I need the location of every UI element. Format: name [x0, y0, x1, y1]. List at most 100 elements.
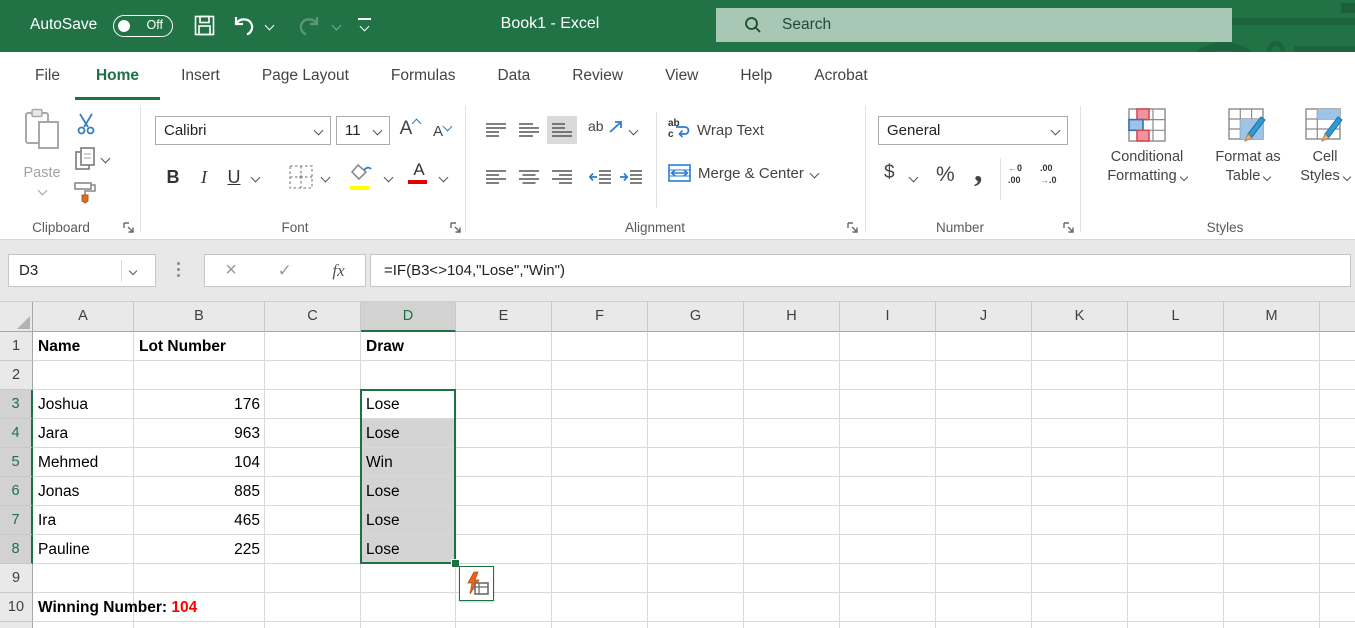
search-input[interactable] — [780, 15, 1164, 35]
underline-button[interactable]: U — [222, 162, 246, 192]
save-icon[interactable] — [194, 15, 215, 36]
wrap-text-button[interactable]: ab c Wrap Text — [668, 118, 764, 142]
bottom-align-button[interactable] — [547, 116, 577, 144]
select-all-corner[interactable] — [0, 302, 33, 332]
cell-D6[interactable]: Lose — [361, 477, 456, 506]
align-right-button[interactable] — [547, 163, 577, 191]
column-header-F[interactable]: F — [552, 302, 648, 332]
cell-D4[interactable]: Lose — [361, 419, 456, 448]
align-left-button[interactable] — [481, 163, 511, 191]
search-box[interactable] — [716, 8, 1232, 42]
cell-B6[interactable]: 885 — [134, 477, 265, 506]
column-header-L[interactable]: L — [1128, 302, 1224, 332]
tab-insert[interactable]: Insert — [160, 52, 241, 100]
enter-button[interactable]: ✓ — [278, 261, 292, 281]
sheet-grid[interactable]: NameLot NumberDrawJoshua176LoseJara963Lo… — [0, 302, 1355, 628]
column-header-A[interactable]: A — [33, 302, 134, 332]
tab-review[interactable]: Review — [551, 52, 644, 100]
top-align-button[interactable] — [481, 116, 511, 144]
cell-D8[interactable]: Lose — [361, 535, 456, 564]
cut-icon[interactable] — [74, 112, 98, 136]
row-header-1[interactable]: 1 — [0, 332, 33, 361]
merge-center-button[interactable]: Merge & Center — [668, 164, 818, 182]
tab-page-layout[interactable]: Page Layout — [241, 52, 370, 100]
cell-D7[interactable]: Lose — [361, 506, 456, 535]
clipboard-dialog-launcher-icon[interactable] — [122, 221, 136, 235]
orientation-button[interactable]: ab — [588, 118, 624, 136]
formula-bar-grip[interactable] — [177, 262, 180, 277]
tab-data[interactable]: Data — [476, 52, 551, 100]
name-box-chevron-icon[interactable] — [129, 266, 137, 274]
cell-B7[interactable]: 465 — [134, 506, 265, 535]
column-header-I[interactable]: I — [840, 302, 936, 332]
quick-analysis-button[interactable] — [459, 566, 494, 601]
row-header-5[interactable]: 5 — [0, 448, 33, 477]
insert-function-button[interactable]: fx — [332, 261, 344, 281]
cancel-button[interactable]: × — [225, 259, 237, 282]
column-header-B[interactable]: B — [134, 302, 265, 332]
font-dialog-launcher-icon[interactable] — [449, 221, 463, 235]
qat-customize-icon[interactable] — [358, 18, 371, 20]
column-header-N[interactable]: N — [1320, 302, 1355, 332]
borders-chevron-icon[interactable] — [321, 173, 331, 183]
underline-chevron-icon[interactable] — [251, 173, 261, 183]
row-header-11[interactable]: 11 — [0, 622, 33, 628]
column-header-M[interactable]: M — [1224, 302, 1320, 332]
bold-button[interactable]: B — [160, 162, 186, 192]
comma-style-button[interactable]: , — [974, 152, 983, 190]
formula-input[interactable] — [371, 261, 1336, 280]
percent-style-button[interactable]: % — [936, 163, 955, 187]
row-header-10[interactable]: 10 — [0, 593, 33, 622]
name-box[interactable] — [8, 254, 156, 287]
alignment-dialog-launcher-icon[interactable] — [846, 221, 860, 235]
autosave-toggle[interactable]: Off — [113, 15, 173, 37]
font-name-select[interactable]: Calibri — [155, 116, 331, 145]
decrease-indent-button[interactable] — [586, 163, 614, 191]
tab-view[interactable]: View — [644, 52, 719, 100]
cell-A7[interactable]: Ira — [33, 506, 134, 535]
cell-A3[interactable]: Joshua — [33, 390, 134, 419]
middle-align-button[interactable] — [514, 116, 544, 144]
format-painter-icon[interactable] — [72, 180, 98, 204]
cell-D5[interactable]: Win — [361, 448, 456, 477]
italic-button[interactable]: I — [192, 162, 216, 192]
increase-font-size-button[interactable]: A — [396, 114, 424, 144]
cell-A5[interactable]: Mehmed — [33, 448, 134, 477]
align-center-button[interactable] — [514, 163, 544, 191]
format-as-table-button[interactable]: Format as Table — [1200, 108, 1296, 186]
cell-styles-button[interactable]: Cell Styles — [1294, 108, 1355, 186]
font-size-select[interactable]: 11 — [336, 116, 390, 145]
copy-chevron-icon[interactable] — [101, 154, 111, 164]
decrease-decimal-button[interactable]: .00 →.0 — [1040, 164, 1057, 185]
undo-chevron-icon[interactable] — [265, 21, 275, 31]
cell-A4[interactable]: Jara — [33, 419, 134, 448]
increase-decimal-button[interactable]: ←0 .00 — [1008, 164, 1022, 185]
cell-B1[interactable]: Lot Number — [134, 332, 265, 361]
formula-input-box[interactable] — [370, 254, 1351, 287]
cell-B4[interactable]: 963 — [134, 419, 265, 448]
cell-D3[interactable]: Lose — [361, 390, 456, 419]
column-header-D[interactable]: D — [361, 302, 456, 332]
orientation-chevron-icon[interactable] — [629, 126, 639, 136]
row-header-3[interactable]: 3 — [0, 390, 33, 419]
cell-D1[interactable]: Draw — [361, 332, 456, 361]
accounting-format-button[interactable]: $ — [884, 162, 895, 184]
cell-A1[interactable]: Name — [33, 332, 134, 361]
paste-button[interactable]: Paste — [14, 108, 70, 199]
row-header-7[interactable]: 7 — [0, 506, 33, 535]
qat-customize-chevron-icon[interactable] — [360, 22, 370, 32]
cell-B3[interactable]: 176 — [134, 390, 265, 419]
font-color-chevron-icon[interactable] — [439, 173, 449, 183]
column-header-J[interactable]: J — [936, 302, 1032, 332]
row-header-9[interactable]: 9 — [0, 564, 33, 593]
number-format-select[interactable]: General — [878, 116, 1068, 145]
borders-icon[interactable] — [288, 164, 314, 190]
column-header-K[interactable]: K — [1032, 302, 1128, 332]
cell-B8[interactable]: 225 — [134, 535, 265, 564]
number-dialog-launcher-icon[interactable] — [1062, 221, 1076, 235]
column-header-G[interactable]: G — [648, 302, 744, 332]
row-header-2[interactable]: 2 — [0, 361, 33, 390]
row-header-6[interactable]: 6 — [0, 477, 33, 506]
cell-A10[interactable]: Winning Number: 104 — [33, 593, 333, 622]
column-header-C[interactable]: C — [265, 302, 361, 332]
